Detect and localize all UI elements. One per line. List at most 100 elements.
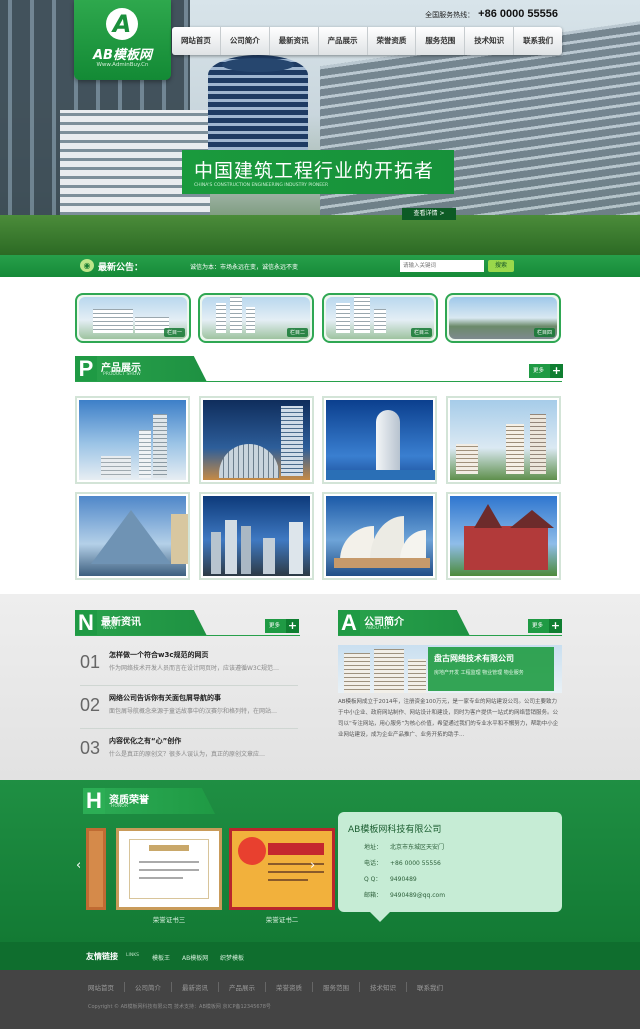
news-separator bbox=[80, 685, 298, 686]
feature-label: 栏目四 bbox=[533, 328, 555, 337]
friend-link[interactable]: 模板王 bbox=[152, 953, 170, 962]
footer-link[interactable]: 技术知识 bbox=[360, 982, 407, 992]
product-item[interactable] bbox=[75, 492, 190, 580]
cert-image-partial bbox=[86, 828, 106, 910]
about-heading: A 公司简介 ABOUT US bbox=[338, 610, 473, 636]
prev-arrow-icon[interactable]: ‹ bbox=[76, 858, 81, 873]
footer-link[interactable]: 服务范围 bbox=[313, 982, 360, 992]
about-tags: 房地产开发 工程监理 物业管理 物业服务 bbox=[434, 670, 524, 676]
hotline-number: +86 0000 55556 bbox=[478, 8, 558, 20]
friend-links-bar: 友情链接 LINKS 模板王 AB模板网 织梦模板 bbox=[0, 942, 640, 970]
product-item[interactable] bbox=[322, 396, 437, 484]
news-title[interactable]: 怎样做一个符合w3c规范的网页 bbox=[109, 650, 209, 660]
feature-label: 栏目一 bbox=[163, 328, 185, 337]
cert-caption: 荣誉证书三 bbox=[152, 916, 186, 924]
contact-card-tail bbox=[370, 912, 390, 922]
honor-heading: H 资质荣誉 HONOR bbox=[83, 788, 218, 814]
products-more-button[interactable]: 更多 + bbox=[529, 364, 563, 378]
nav-services[interactable]: 服务范围 bbox=[416, 27, 466, 55]
product-item[interactable] bbox=[446, 492, 561, 580]
section-subtitle: ABOUT US bbox=[366, 626, 390, 631]
footer-link[interactable]: 公司简介 bbox=[125, 982, 172, 992]
search-button[interactable]: 搜索 bbox=[488, 260, 514, 272]
news-number: 03 bbox=[80, 738, 101, 758]
footer-link[interactable]: 网站首页 bbox=[88, 982, 125, 992]
news-title[interactable]: 网络公司告诉你有关面包屑导航的事 bbox=[109, 693, 221, 703]
product-item[interactable] bbox=[199, 396, 314, 484]
section-divider bbox=[338, 635, 562, 636]
banner-tower-top bbox=[222, 58, 294, 72]
plus-icon: + bbox=[550, 364, 563, 378]
more-label: 更多 bbox=[533, 368, 545, 374]
product-image bbox=[326, 496, 433, 576]
links-subtitle: LINKS bbox=[126, 953, 140, 958]
contact-qq: Q Q： 9490489 bbox=[364, 876, 417, 883]
hotline-label: 全国服务热线： bbox=[425, 11, 475, 19]
nav-tech[interactable]: 技术知识 bbox=[465, 27, 515, 55]
links-title: 友情链接 bbox=[86, 952, 118, 961]
logo-icon: A bbox=[106, 8, 138, 40]
friend-link[interactable]: AB模板网 bbox=[182, 953, 208, 962]
nav-contact[interactable]: 联系我们 bbox=[514, 27, 562, 55]
nav-products[interactable]: 产品展示 bbox=[319, 27, 368, 55]
feature-label: 栏目三 bbox=[410, 328, 432, 337]
contact-address: 地址： 北京市东城区天安门 bbox=[364, 844, 445, 851]
cert-image[interactable] bbox=[229, 828, 335, 910]
cert-image[interactable] bbox=[116, 828, 222, 910]
notice-text[interactable]: 诚信为本：市场永远在变，诚信永远不变 bbox=[190, 262, 298, 271]
logo-name: AB模板网 bbox=[93, 48, 152, 63]
section-divider bbox=[75, 635, 300, 636]
section-subtitle: NEWS bbox=[103, 626, 117, 631]
news-item[interactable]: 02 网络公司告诉你有关面包屑导航的事 面包屑导航概念来源于童话故事中的汉赛尔和… bbox=[80, 687, 300, 729]
product-item[interactable] bbox=[75, 396, 190, 484]
site-logo[interactable]: A AB模板网 Www.AdminBuy.Cn bbox=[74, 0, 171, 80]
section-subtitle: PRODUCT SHOW bbox=[103, 372, 141, 377]
friend-link[interactable]: 织梦模板 bbox=[220, 953, 244, 962]
product-item[interactable] bbox=[446, 396, 561, 484]
feature-card-1[interactable]: 栏目一 bbox=[75, 293, 191, 343]
hero-banner: A AB模板网 Www.AdminBuy.Cn 全国服务热线： +86 0000… bbox=[0, 0, 640, 255]
feature-card-4[interactable]: 栏目四 bbox=[445, 293, 561, 343]
news-title[interactable]: 内容优化之有“心”创作 bbox=[109, 736, 181, 746]
nav-home[interactable]: 网站首页 bbox=[172, 27, 221, 55]
feature-card-2[interactable]: 栏目二 bbox=[198, 293, 314, 343]
product-item[interactable] bbox=[322, 492, 437, 580]
about-overlay: 盘古网络技术有限公司 房地产开发 工程监理 物业管理 物业服务 bbox=[428, 647, 554, 691]
banner-title: 中国建筑工程行业的开拓者 bbox=[194, 160, 435, 182]
contact-phone: 电话： +86 0000 55556 bbox=[364, 860, 441, 867]
nav-honor[interactable]: 荣誉资质 bbox=[368, 27, 417, 55]
banner-more-button[interactable]: 查看详情 > bbox=[402, 208, 456, 220]
news-more-button[interactable]: 更多 + bbox=[265, 619, 299, 633]
notice-bar: ◉ 最新公告： 诚信为本：市场永远在变，诚信永远不变 搜索 bbox=[0, 255, 640, 277]
news-heading: N 最新资讯 NEWS bbox=[75, 610, 210, 636]
footer-nav: 网站首页 公司简介 最新资讯 产品展示 荣誉资质 服务范围 技术知识 联系我们 bbox=[88, 982, 453, 992]
hotline: 全国服务热线： +86 0000 55556 bbox=[425, 8, 558, 20]
about-more-button[interactable]: 更多 + bbox=[528, 619, 562, 633]
footer-link[interactable]: 联系我们 bbox=[407, 982, 453, 992]
news-summary: 作为网络技术开发人员而言在设计网页时，应该遵循W3C规范… bbox=[109, 665, 279, 672]
feature-label: 栏目二 bbox=[286, 328, 308, 337]
product-image bbox=[450, 400, 557, 480]
footer: 网站首页 公司简介 最新资讯 产品展示 荣誉资质 服务范围 技术知识 联系我们 … bbox=[0, 970, 640, 1029]
product-image bbox=[79, 496, 188, 576]
feature-card-3[interactable]: 栏目三 bbox=[322, 293, 438, 343]
plus-icon: + bbox=[286, 619, 299, 633]
next-arrow-icon[interactable]: › bbox=[310, 858, 315, 873]
search-input[interactable] bbox=[400, 260, 484, 272]
cert-caption: 荣誉证书二 bbox=[265, 916, 299, 924]
footer-link[interactable]: 荣誉资质 bbox=[266, 982, 313, 992]
product-image bbox=[203, 496, 310, 576]
news-item[interactable]: 03 内容优化之有“心”创作 什么是真正的原创文？很多人误认为，真正的原创文章应… bbox=[80, 730, 300, 772]
about-company-name: 盘古网络技术有限公司 bbox=[434, 654, 514, 663]
nav-news[interactable]: 最新资讯 bbox=[270, 27, 319, 55]
section-subtitle: HONOR bbox=[111, 804, 128, 809]
news-number: 01 bbox=[80, 652, 101, 672]
notice-label: 最新公告： bbox=[98, 263, 144, 273]
nav-about[interactable]: 公司简介 bbox=[221, 27, 270, 55]
footer-link[interactable]: 最新资讯 bbox=[172, 982, 219, 992]
news-item[interactable]: 01 怎样做一个符合w3c规范的网页 作为网络技术开发人员而言在设计网页时，应该… bbox=[80, 644, 300, 686]
contact-email[interactable]: 邮箱： 9490489@qq.com bbox=[364, 890, 445, 899]
footer-link[interactable]: 产品展示 bbox=[219, 982, 266, 992]
product-item[interactable] bbox=[199, 492, 314, 580]
more-label: 更多 bbox=[269, 623, 281, 629]
